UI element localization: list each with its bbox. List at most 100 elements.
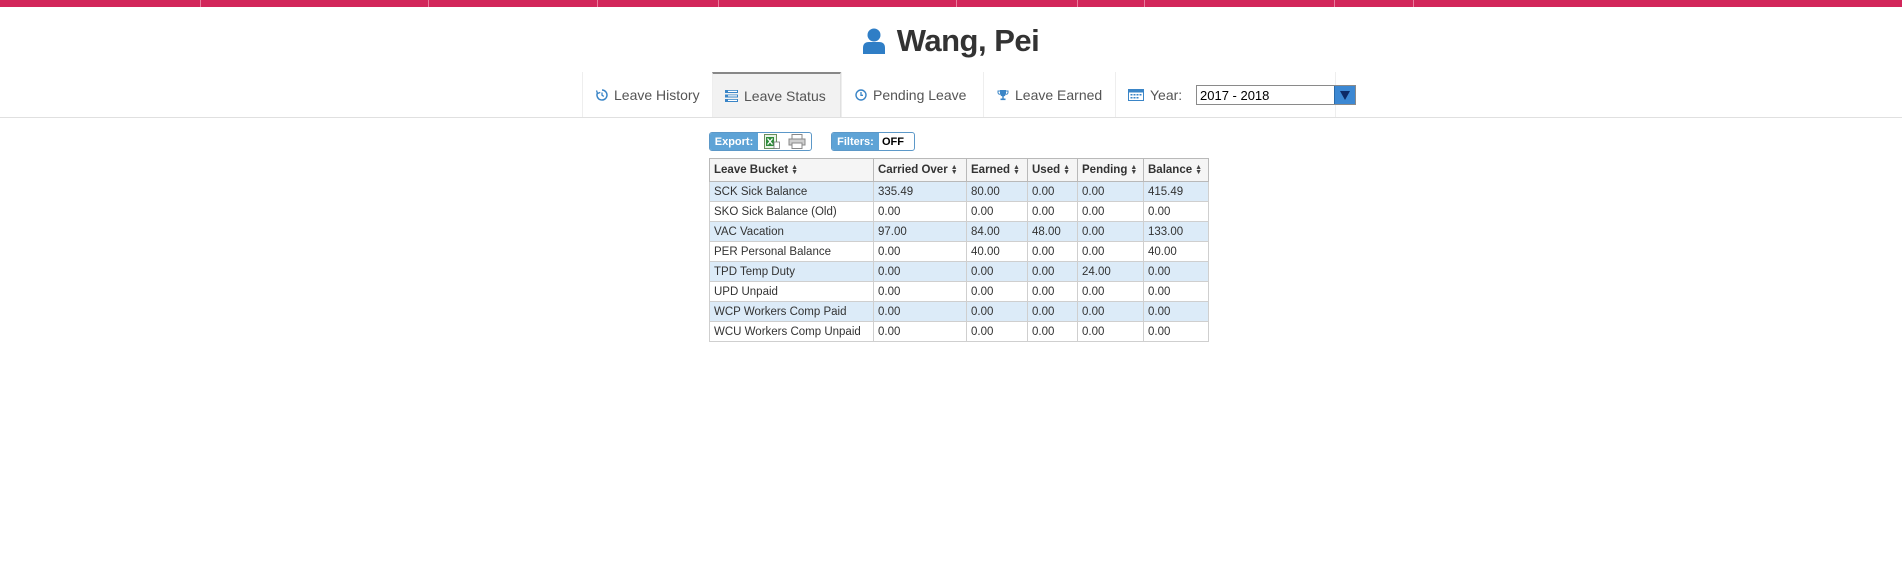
table-row: UPD Unpaid 0.00 0.00 0.00 0.00 0.00 <box>709 281 1209 302</box>
cell-balance: 133.00 <box>1143 221 1209 242</box>
cell-used: 0.00 <box>1027 201 1078 222</box>
cell-leave-bucket: VAC Vacation <box>709 221 874 242</box>
excel-export-icon[interactable] <box>764 134 780 149</box>
chevron-down-icon[interactable] <box>1334 86 1355 104</box>
column-header-balance[interactable]: Balance ▲ ▼ <box>1143 158 1209 182</box>
cell-carried-over: 97.00 <box>873 221 967 242</box>
cell-earned: 0.00 <box>966 281 1028 302</box>
page-title: Wang, Pei <box>896 23 1040 58</box>
cell-earned: 40.00 <box>966 241 1028 262</box>
tab-pending-leave[interactable]: Pending Leave <box>841 72 981 117</box>
table-row: TPD Temp Duty 0.00 0.00 0.00 24.00 0.00 <box>709 261 1209 282</box>
cell-balance: 0.00 <box>1143 201 1209 222</box>
column-header-used[interactable]: Used ▲ ▼ <box>1027 158 1078 182</box>
user-icon <box>862 28 885 54</box>
cell-earned: 0.00 <box>966 301 1028 322</box>
tab-leave-status[interactable]: Leave Status <box>712 72 841 117</box>
topbar-divider <box>428 0 429 7</box>
cell-pending: 0.00 <box>1077 281 1144 302</box>
table-row: SCK Sick Balance 335.49 80.00 0.00 0.00 … <box>709 181 1209 202</box>
tab-leave-history[interactable]: Leave History <box>582 72 713 117</box>
table-row: PER Personal Balance 0.00 40.00 0.00 0.0… <box>709 241 1209 262</box>
cell-pending: 0.00 <box>1077 301 1144 322</box>
cell-balance: 415.49 <box>1143 181 1209 202</box>
table-row: SKO Sick Balance (Old) 0.00 0.00 0.00 0.… <box>709 201 1209 222</box>
table-row: VAC Vacation 97.00 84.00 48.00 0.00 133.… <box>709 221 1209 242</box>
history-icon <box>595 88 608 101</box>
filters-value: OFF <box>882 135 904 148</box>
topbar-divider <box>1413 0 1414 7</box>
year-select[interactable]: 2017 - 2018 <box>1196 85 1356 105</box>
sort-icon: ▲ ▼ <box>1063 163 1071 176</box>
tab-label: Leave History <box>614 86 700 103</box>
page-header: Wang, Pei <box>0 7 1902 73</box>
cell-used: 0.00 <box>1027 321 1078 342</box>
topbar-divider <box>1144 0 1145 7</box>
cell-carried-over: 0.00 <box>873 241 967 262</box>
cell-earned: 80.00 <box>966 181 1028 202</box>
table-row: WCU Workers Comp Unpaid 0.00 0.00 0.00 0… <box>709 321 1209 342</box>
trophy-icon <box>996 88 1009 101</box>
cell-earned: 0.00 <box>966 321 1028 342</box>
cell-carried-over: 0.00 <box>873 301 967 322</box>
column-header-leave-bucket[interactable]: Leave Bucket ▲ ▼ <box>709 158 874 182</box>
cell-leave-bucket: WCP Workers Comp Paid <box>709 301 874 322</box>
cell-used: 0.00 <box>1027 181 1078 202</box>
cell-leave-bucket: WCU Workers Comp Unpaid <box>709 321 874 342</box>
cell-pending: 0.00 <box>1077 321 1144 342</box>
filters-label: Filters: <box>832 133 879 150</box>
table-row: WCP Workers Comp Paid 0.00 0.00 0.00 0.0… <box>709 301 1209 322</box>
cell-used: 0.00 <box>1027 281 1078 302</box>
cell-carried-over: 0.00 <box>873 261 967 282</box>
leave-nav: Leave History Leave Status Pending Leave… <box>0 72 1902 118</box>
cell-used: 0.00 <box>1027 241 1078 262</box>
column-header-carried-over[interactable]: Carried Over ▲ ▼ <box>873 158 967 182</box>
topbar-divider <box>597 0 598 7</box>
top-accent-bar <box>0 0 1902 7</box>
year-select-value: 2017 - 2018 <box>1200 87 1270 103</box>
year-label: Year: <box>1150 86 1183 103</box>
calendar-icon <box>1128 88 1144 101</box>
cell-carried-over: 0.00 <box>873 281 967 302</box>
cell-earned: 84.00 <box>966 221 1028 242</box>
cell-used: 0.00 <box>1027 261 1078 282</box>
cell-carried-over: 335.49 <box>873 181 967 202</box>
cell-leave-bucket: SCK Sick Balance <box>709 181 874 202</box>
tab-label: Leave Earned <box>1015 86 1103 103</box>
cell-pending: 0.00 <box>1077 241 1144 262</box>
cell-leave-bucket: SKO Sick Balance (Old) <box>709 201 874 222</box>
export-toolbar: Export: <box>709 132 812 151</box>
sort-icon: ▲ ▼ <box>791 163 799 176</box>
topbar-divider <box>1334 0 1335 7</box>
cell-pending: 24.00 <box>1077 261 1144 282</box>
cell-used: 48.00 <box>1027 221 1078 242</box>
column-header-pending[interactable]: Pending ▲ ▼ <box>1077 158 1144 182</box>
tab-label: Pending Leave <box>873 86 967 103</box>
sort-icon: ▲ ▼ <box>1130 163 1138 176</box>
topbar-divider <box>1077 0 1078 7</box>
print-icon[interactable] <box>788 134 806 149</box>
leave-status-table: Leave Bucket ▲ ▼ Carried Over ▲ ▼ Earned ▲ ▼ U… <box>709 158 1209 342</box>
cell-balance: 0.00 <box>1143 281 1209 302</box>
topbar-divider <box>718 0 719 7</box>
topbar-divider <box>200 0 201 7</box>
sort-icon: ▲ ▼ <box>1195 163 1203 176</box>
cell-pending: 0.00 <box>1077 221 1144 242</box>
topbar-divider <box>956 0 957 7</box>
cell-balance: 40.00 <box>1143 241 1209 262</box>
filters-toggle[interactable]: Filters: OFF <box>831 132 915 151</box>
tab-label: Leave Status <box>744 87 826 104</box>
cell-earned: 0.00 <box>966 261 1028 282</box>
clock-icon <box>854 88 867 101</box>
cell-leave-bucket: PER Personal Balance <box>709 241 874 262</box>
table-header-row: Leave Bucket ▲ ▼ Carried Over ▲ ▼ Earned ▲ ▼ U… <box>709 158 1209 182</box>
cell-balance: 0.00 <box>1143 321 1209 342</box>
sort-icon: ▲ ▼ <box>1013 163 1020 176</box>
cell-carried-over: 0.00 <box>873 201 967 222</box>
list-icon <box>725 89 738 102</box>
cell-balance: 0.00 <box>1143 261 1209 282</box>
tab-leave-earned[interactable]: Leave Earned <box>983 72 1113 117</box>
cell-used: 0.00 <box>1027 301 1078 322</box>
column-header-earned[interactable]: Earned ▲ ▼ <box>966 158 1028 182</box>
cell-earned: 0.00 <box>966 201 1028 222</box>
